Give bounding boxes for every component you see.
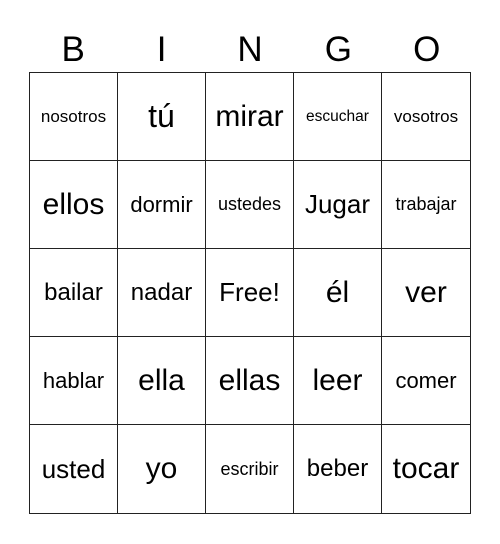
bingo-cell: escuchar <box>294 73 382 161</box>
bingo-cell: nosotros <box>30 73 118 161</box>
bingo-cell: leer <box>294 337 382 425</box>
bingo-cell: escribir <box>206 425 294 513</box>
bingo-header: B I N G O <box>29 28 471 72</box>
bingo-cell: comer <box>382 337 470 425</box>
header-letter-o: O <box>413 30 441 69</box>
header-letter-g: G <box>324 30 352 69</box>
bingo-cell: mirar <box>206 73 294 161</box>
bingo-cell: yo <box>118 425 206 513</box>
bingo-cell: beber <box>294 425 382 513</box>
bingo-cell: tú <box>118 73 206 161</box>
bingo-cell: Jugar <box>294 161 382 249</box>
header-letter-b: B <box>61 30 85 69</box>
bingo-cell: ver <box>382 249 470 337</box>
bingo-cell: él <box>294 249 382 337</box>
bingo-cell: ella <box>118 337 206 425</box>
bingo-cell: hablar <box>30 337 118 425</box>
bingo-cell: trabajar <box>382 161 470 249</box>
bingo-cell: ellos <box>30 161 118 249</box>
bingo-cell: vosotros <box>382 73 470 161</box>
bingo-cell: tocar <box>392 452 460 485</box>
bingo-cell: ustedes <box>206 161 294 249</box>
bingo-cell: nadar <box>118 249 206 337</box>
header-letter-i: I <box>156 30 167 69</box>
bingo-cell: bailar <box>30 249 118 337</box>
header-letter-n: N <box>237 30 263 69</box>
bingo-grid: nosotros tú mirar escuchar vosotros ellos dorm… <box>29 72 471 514</box>
bingo-cell: ellas <box>206 337 294 425</box>
bingo-cell: usted <box>30 425 118 513</box>
free-space-cell: Free! <box>206 249 294 337</box>
bingo-cell: dormir <box>118 161 206 249</box>
